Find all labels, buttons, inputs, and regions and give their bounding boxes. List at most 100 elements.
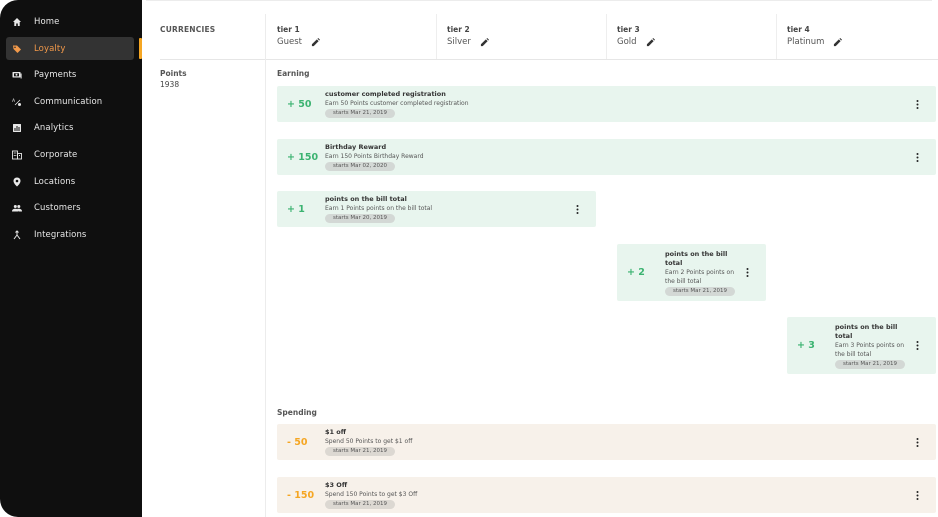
edit-pencil-icon[interactable] bbox=[480, 37, 489, 47]
tier-header-1: tier 1 Guest bbox=[277, 25, 320, 47]
rule-start-date: starts Mar 20, 2019 bbox=[325, 214, 396, 223]
sidebar-item-home[interactable]: Home bbox=[6, 10, 134, 33]
location-pin-icon bbox=[12, 177, 22, 187]
integrations-icon bbox=[12, 229, 22, 240]
currencies-header: CURRENCIES bbox=[160, 25, 216, 34]
rule-points: + 1 bbox=[287, 203, 305, 215]
more-vertical-icon[interactable] bbox=[912, 151, 922, 163]
tier-number: tier 3 bbox=[617, 25, 640, 34]
rule-points: - 150 bbox=[287, 489, 315, 501]
more-vertical-icon[interactable] bbox=[912, 340, 922, 352]
edit-pencil-icon[interactable] bbox=[311, 37, 320, 47]
payments-icon bbox=[12, 70, 22, 80]
rule-points: - 50 bbox=[287, 436, 308, 448]
sidebar-item-label: Loyalty bbox=[34, 43, 66, 54]
edit-pencil-icon[interactable] bbox=[646, 37, 655, 47]
tier-header-3: tier 3 Gold bbox=[617, 25, 655, 47]
rule-title: points on the bill total bbox=[835, 322, 898, 340]
rule-description: Earn 2 Points points on the bill total bbox=[665, 268, 735, 285]
rule-points: + 50 bbox=[287, 98, 312, 110]
spending-rule-card[interactable]: - 50 $1 off Spend 50 Points to get $1 of… bbox=[277, 424, 936, 460]
rule-title: customer completed registration bbox=[325, 90, 446, 98]
tier-name: Platinum bbox=[787, 37, 825, 47]
rule-start-date: starts Mar 21, 2019 bbox=[325, 500, 396, 509]
rule-description: Spend 50 Points to get $1 off bbox=[325, 438, 413, 445]
currency-value: 1938 bbox=[160, 80, 180, 89]
earning-rule-card[interactable]: + 2 points on the bill total Earn 2 Poin… bbox=[617, 244, 766, 301]
divider bbox=[146, 0, 932, 1]
tier-header-2: tier 2 Silver bbox=[447, 25, 489, 47]
rule-points: + 2 bbox=[627, 267, 645, 278]
tier-name: Gold bbox=[617, 37, 637, 47]
divider bbox=[606, 14, 607, 60]
rule-description: Spend 150 Points to get $3 Off bbox=[325, 491, 418, 498]
rule-title: $3 Off bbox=[325, 481, 348, 489]
divider bbox=[436, 14, 437, 60]
earning-rule-card[interactable]: + 3 points on the bill total Earn 3 Poin… bbox=[787, 317, 936, 374]
tier-number: tier 4 bbox=[787, 25, 810, 34]
divider bbox=[776, 14, 777, 60]
sidebar-item-label: Customers bbox=[34, 202, 81, 213]
sidebar-item-customers[interactable]: Customers bbox=[6, 196, 134, 219]
rule-title: Birthday Reward bbox=[325, 143, 387, 151]
sidebar-item-label: Corporate bbox=[34, 149, 78, 160]
sidebar: Home Loyalty Payments A Communication An… bbox=[0, 0, 142, 517]
rule-start-date: starts Mar 21, 2019 bbox=[325, 109, 396, 118]
more-vertical-icon[interactable] bbox=[912, 489, 922, 501]
more-vertical-icon[interactable] bbox=[572, 203, 582, 215]
more-vertical-icon[interactable] bbox=[912, 436, 922, 448]
rule-points: + 3 bbox=[797, 340, 815, 351]
analytics-icon bbox=[12, 123, 22, 133]
rule-title: points on the bill total bbox=[325, 195, 407, 203]
sidebar-item-label: Communication bbox=[34, 96, 103, 107]
rule-start-date: starts Mar 21, 2019 bbox=[665, 286, 736, 296]
rule-description: Earn 150 Points Birthday Reward bbox=[325, 153, 424, 160]
divider bbox=[160, 59, 938, 60]
home-icon bbox=[12, 17, 22, 27]
rule-start-date: starts Mar 02, 2020 bbox=[325, 162, 396, 171]
tier-name: Guest bbox=[277, 37, 302, 47]
spending-section-label: Spending bbox=[277, 408, 317, 417]
more-vertical-icon[interactable] bbox=[742, 267, 752, 279]
currency-name: Points bbox=[160, 69, 187, 78]
sidebar-item-loyalty[interactable]: Loyalty bbox=[6, 37, 134, 60]
divider bbox=[265, 14, 266, 517]
sidebar-item-communication[interactable]: A Communication bbox=[6, 90, 134, 113]
sidebar-item-payments[interactable]: Payments bbox=[6, 63, 134, 86]
edit-pencil-icon[interactable] bbox=[833, 37, 843, 47]
corporate-icon bbox=[12, 150, 22, 160]
tier-number: tier 2 bbox=[447, 25, 470, 34]
rule-description: Earn 50 Points customer completed regist… bbox=[325, 100, 469, 107]
earning-rule-card[interactable]: + 150 Birthday Reward Earn 150 Points Bi… bbox=[277, 139, 936, 175]
spending-rule-card[interactable]: - 150 $3 Off Spend 150 Points to get $3 … bbox=[277, 477, 936, 513]
rule-description: Earn 3 Points points on the bill total bbox=[835, 341, 905, 358]
sidebar-item-label: Payments bbox=[34, 69, 77, 80]
tag-icon bbox=[12, 44, 22, 54]
sidebar-item-analytics[interactable]: Analytics bbox=[6, 116, 134, 139]
main-content: CURRENCIES tier 1 Guest tier 2 Silver ti… bbox=[142, 0, 938, 517]
sidebar-item-locations[interactable]: Locations bbox=[6, 170, 134, 193]
rule-title: points on the bill total bbox=[665, 249, 728, 267]
earning-section-label: Earning bbox=[277, 69, 310, 78]
communication-icon: A bbox=[12, 97, 22, 107]
tier-number: tier 1 bbox=[277, 25, 300, 34]
sidebar-item-label: Integrations bbox=[34, 229, 87, 240]
app-root: Home Loyalty Payments A Communication An… bbox=[0, 0, 938, 517]
sidebar-item-integrations[interactable]: Integrations bbox=[6, 223, 134, 246]
tier-header-4: tier 4 Platinum bbox=[787, 25, 843, 47]
sidebar-item-label: Locations bbox=[34, 176, 76, 187]
svg-text:A: A bbox=[12, 98, 16, 104]
customers-icon bbox=[12, 203, 22, 213]
rule-start-date: starts Mar 21, 2019 bbox=[325, 447, 396, 456]
sidebar-item-label: Home bbox=[34, 16, 60, 27]
rule-title: $1 off bbox=[325, 428, 347, 436]
sidebar-item-corporate[interactable]: Corporate bbox=[6, 143, 134, 166]
earning-rule-card[interactable]: + 1 points on the bill total Earn 1 Poin… bbox=[277, 191, 596, 227]
tier-name: Silver bbox=[447, 37, 471, 47]
earning-rule-card[interactable]: + 50 customer completed registration Ear… bbox=[277, 86, 936, 122]
rule-start-date: starts Mar 21, 2019 bbox=[835, 359, 906, 369]
sidebar-item-label: Analytics bbox=[34, 122, 74, 133]
more-vertical-icon[interactable] bbox=[912, 98, 922, 110]
rule-points: + 150 bbox=[287, 151, 319, 163]
rule-description: Earn 1 Points points on the bill total bbox=[325, 205, 433, 212]
